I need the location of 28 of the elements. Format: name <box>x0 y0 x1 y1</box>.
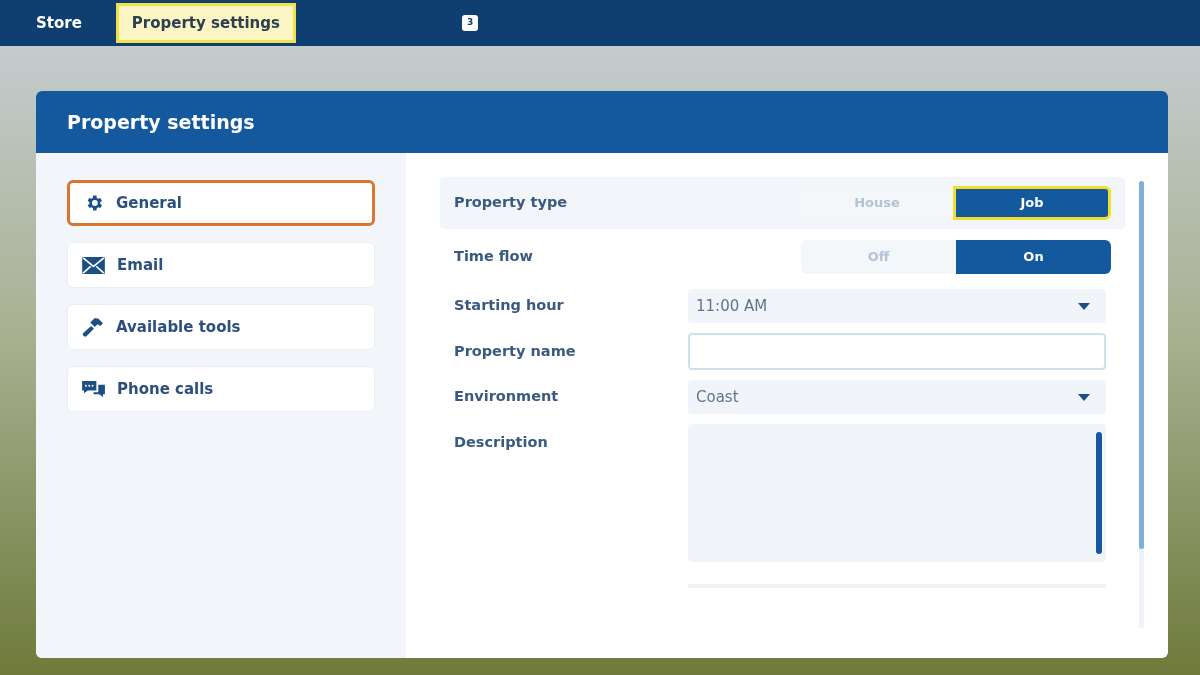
top-tab[interactable]: Property settings <box>115 3 296 43</box>
dropdown[interactable]: 11:00 AM <box>688 289 1106 323</box>
hammer-icon <box>82 317 104 337</box>
sidebar-item[interactable]: Phone calls <box>67 366 375 412</box>
chat-icon <box>82 379 105 399</box>
scrollbar-track[interactable] <box>1139 181 1144 628</box>
count-badge: 3 <box>461 15 479 31</box>
field-label: Time flow <box>454 247 534 267</box>
sidebar-item[interactable]: Available tools <box>67 304 375 350</box>
caret-icon <box>1078 302 1090 310</box>
top-tab[interactable]: Store <box>24 3 94 43</box>
field-label: Environment <box>454 387 560 407</box>
field-label: Property name <box>454 341 577 361</box>
toggle-option[interactable]: Job <box>953 186 1111 220</box>
dropdown[interactable]: Coast <box>688 380 1106 414</box>
field-label: Property type <box>454 193 569 213</box>
sidebar-item[interactable]: General <box>67 180 375 226</box>
caret-icon <box>1078 393 1090 401</box>
input-field[interactable] <box>688 333 1106 370</box>
panel-title: Property settings <box>67 109 255 135</box>
scrollbar-thumb[interactable] <box>1139 181 1144 549</box>
envelope-icon <box>82 256 105 274</box>
text-area[interactable] <box>688 424 1106 562</box>
field-label: Starting hour <box>454 296 565 316</box>
text-area-scrollbar[interactable] <box>1096 432 1102 554</box>
toggle-option[interactable]: On <box>956 240 1111 274</box>
sidebar-item[interactable]: Email <box>67 242 375 288</box>
field-label: Description <box>454 433 549 452</box>
